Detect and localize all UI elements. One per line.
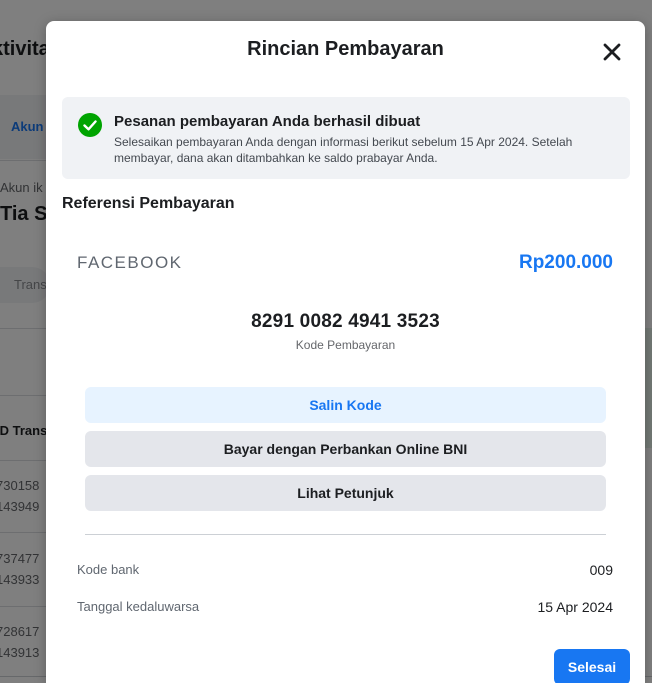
payment-code-label: Kode Pembayaran [295,338,396,352]
close-icon [603,43,621,61]
done-button[interactable]: Selesai [554,649,630,683]
copy-code-button[interactable]: Salin Kode [85,387,606,423]
payment-details-dialog: Rincian Pembayaran Pesanan pembayaran An… [46,21,645,683]
divider [85,534,606,535]
expiry-date-value: 15 Apr 2024 [537,599,613,615]
bank-code-label: Kode bank [77,562,140,577]
merchant-name: FACEBOOK [77,253,183,272]
bank-code-value: 009 [589,562,613,578]
payment-code: 8291 0082 4941 3523 [251,311,440,332]
pay-online-banking-button[interactable]: Bayar dengan Perbankan Online BNI [85,431,606,467]
success-description: Selesaikan pembayaran Anda dengan inform… [114,135,573,165]
payment-reference-heading: Referensi Pembayaran [62,195,235,212]
payment-amount: Rp200.000 [518,252,613,273]
success-title: Pesanan pembayaran Anda berhasil dibuat [114,113,421,130]
view-instructions-button[interactable]: Lihat Petunjuk [85,475,606,511]
check-circle-icon [78,113,102,137]
dialog-title: Rincian Pembayaran [247,38,444,60]
close-button[interactable] [600,40,624,64]
expiry-date-label: Tanggal kedaluwarsa [77,599,200,614]
success-notice: Pesanan pembayaran Anda berhasil dibuat … [62,97,630,179]
